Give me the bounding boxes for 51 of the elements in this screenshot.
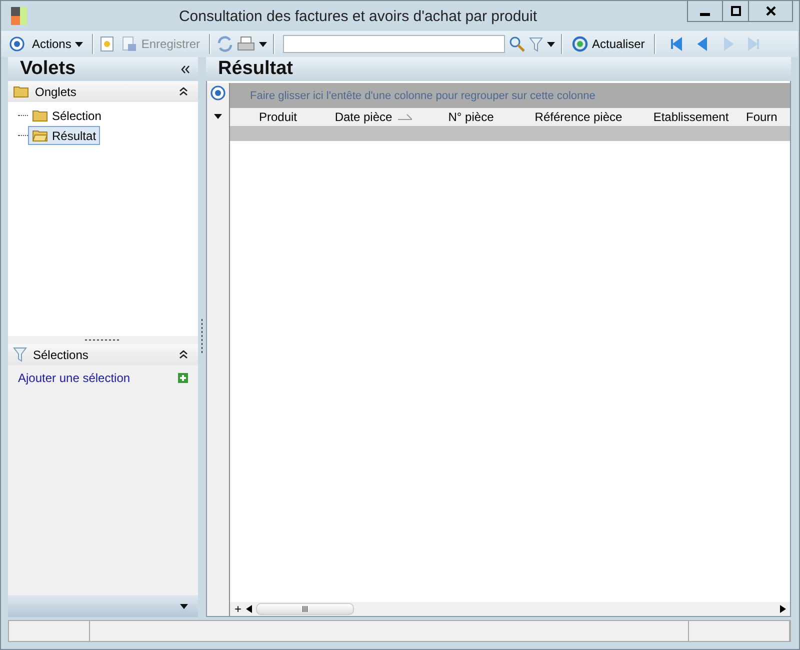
folder-icon (32, 109, 48, 122)
printer-icon[interactable] (237, 36, 256, 52)
search-icon[interactable] (509, 36, 526, 52)
add-icon[interactable] (178, 373, 188, 383)
collapse-icon[interactable] (179, 350, 188, 359)
collapse-left-icon[interactable] (181, 64, 190, 74)
dropdown-caret-icon (259, 42, 268, 46)
selections-section-header[interactable]: Sélections (8, 344, 198, 365)
tabs-section-title: Onglets (35, 84, 78, 98)
save-icon (121, 36, 138, 52)
result-title: Résultat (218, 58, 293, 80)
new-document-icon[interactable] (100, 36, 114, 52)
column-header[interactable]: Produit (230, 108, 326, 126)
column-header[interactable]: Etablissement (636, 108, 746, 126)
search-field[interactable] (283, 35, 506, 53)
minimize-icon (700, 13, 710, 16)
close-icon (766, 6, 776, 16)
tabs-section-header[interactable]: Onglets (8, 81, 198, 102)
open-folder-icon (32, 129, 48, 142)
add-selection-link[interactable]: Ajouter une sélection (18, 371, 130, 385)
column-header[interactable]: N° pièce (421, 108, 521, 126)
filter-icon[interactable] (13, 347, 27, 362)
selections-section-title: Sélections (33, 348, 90, 362)
scroll-right-icon[interactable] (780, 605, 786, 613)
window-title: Consultation des factures et avoirs d'achat par produit (178, 8, 538, 24)
tree-item[interactable]: Résultat (28, 126, 100, 145)
column-header[interactable]: Fourn (746, 108, 790, 126)
panes-title: Volets (20, 58, 76, 80)
column-header[interactable]: Référence pièce (521, 108, 636, 126)
target-icon[interactable] (9, 36, 25, 52)
tree-item[interactable]: Sélection (28, 106, 106, 125)
maximize-icon (730, 6, 740, 16)
dropdown-caret-icon (547, 42, 556, 46)
collapse-icon[interactable] (179, 87, 188, 96)
dropdown-caret-icon (180, 604, 188, 608)
caret-icon (75, 42, 84, 46)
group-by-hint: Faire glisser ici l'entête d'une colonne pour regrouper sur cette colonne (250, 90, 596, 102)
filter-icon[interactable] (529, 36, 544, 52)
column-chooser-caret-icon (214, 114, 222, 119)
sort-icon (398, 114, 412, 120)
refresh-button[interactable]: Actualiser (569, 35, 648, 53)
refresh-icon (572, 36, 588, 52)
sync-icon[interactable] (217, 36, 234, 52)
scrollbar-thumb[interactable] (256, 603, 354, 615)
folder-icon (13, 85, 29, 98)
add-row-button[interactable]: + (230, 602, 246, 616)
target-icon[interactable] (210, 85, 226, 101)
scroll-left-icon[interactable] (246, 605, 252, 613)
actions-menu-button[interactable]: Actions (29, 36, 86, 52)
column-header[interactable]: Date pièce (326, 108, 421, 126)
app-logo (11, 7, 29, 25)
